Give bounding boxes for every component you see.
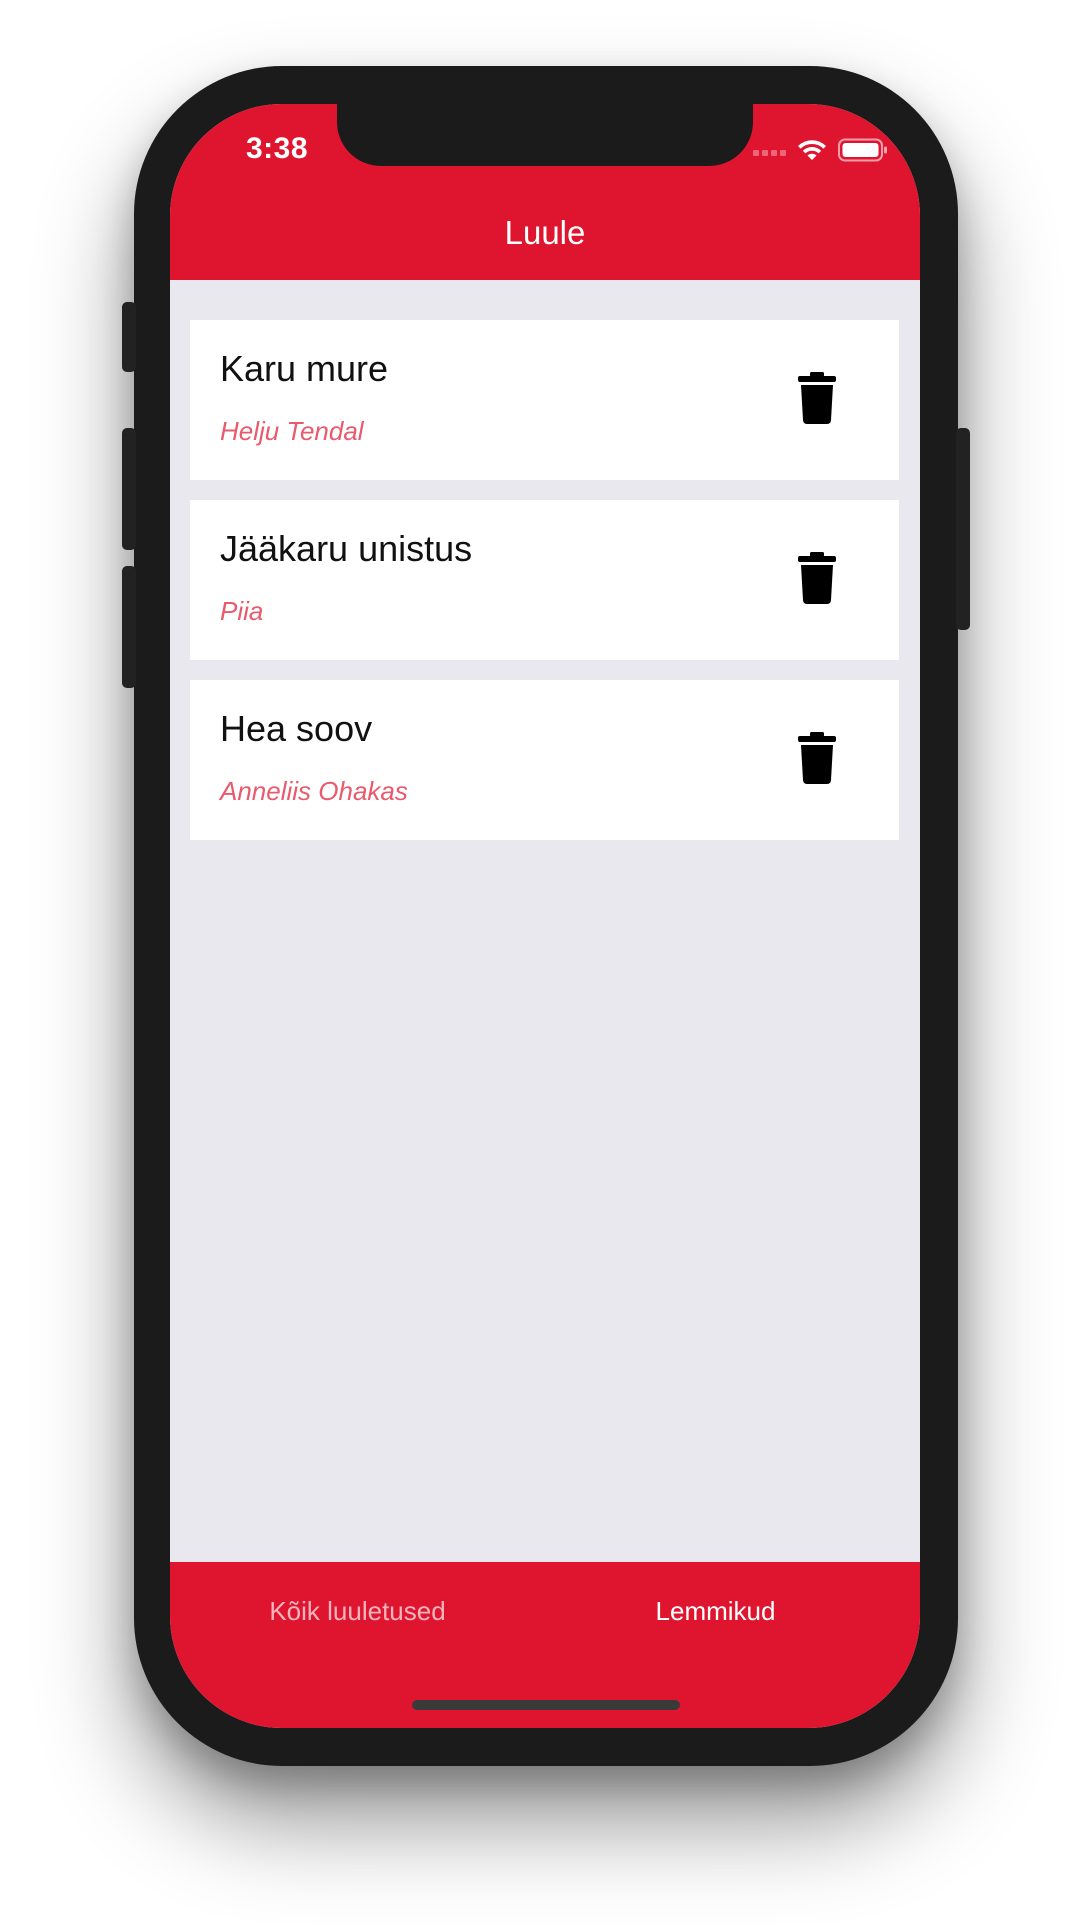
signal-icon <box>753 144 786 156</box>
screen: 3:38 Luule Karu mure Helju Tendal Jääkar… <box>170 104 920 1728</box>
wifi-icon <box>798 140 826 160</box>
tab-bar: Kõik luuletused Lemmikud <box>170 1562 920 1728</box>
poem-card[interactable]: Karu mure Helju Tendal <box>190 320 899 480</box>
trash-icon[interactable] <box>797 552 837 604</box>
silent-switch <box>122 302 136 372</box>
poem-author: Anneliis Ohakas <box>220 776 408 806</box>
home-indicator <box>412 1700 680 1710</box>
poem-card[interactable]: Hea soov Anneliis Ohakas <box>190 680 899 840</box>
status-time: 3:38 <box>245 132 309 165</box>
page-title: Luule <box>504 214 586 251</box>
trash-icon[interactable] <box>797 732 837 784</box>
poem-card[interactable]: Jääkaru unistus Piia <box>190 500 899 660</box>
poem-author: Helju Tendal <box>220 416 364 446</box>
notch <box>337 104 753 166</box>
trash-icon[interactable] <box>797 372 837 424</box>
poem-title: Karu mure <box>220 348 389 389</box>
favorites-list: Karu mure Helju Tendal Jääkaru unistus P… <box>190 320 899 860</box>
poem-title: Jääkaru unistus <box>220 528 473 569</box>
volume-up-button <box>122 428 136 550</box>
volume-down-button <box>122 566 136 688</box>
tab-all-poems[interactable]: Kõik luuletused <box>170 1596 545 1627</box>
status-icons <box>753 138 888 162</box>
power-button <box>956 428 970 630</box>
battery-icon <box>838 138 887 162</box>
tab-favorites[interactable]: Lemmikud <box>528 1596 903 1627</box>
poem-title: Hea soov <box>220 708 373 749</box>
poem-author: Piia <box>220 596 264 626</box>
